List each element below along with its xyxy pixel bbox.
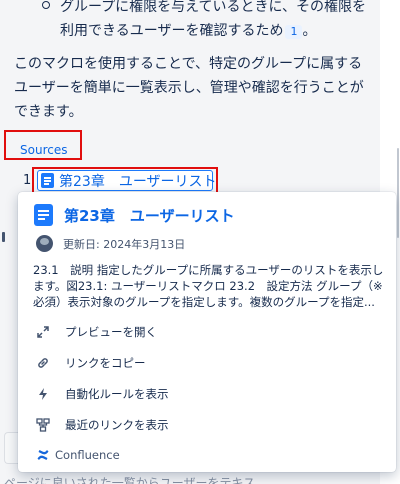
expand-icon — [36, 325, 50, 339]
list-item: グループに権限を与えているときに、その権限を利用できるユーザーを確認するため 1。 — [42, 0, 374, 43]
popup-title[interactable]: 第23章 ユーザーリスト — [64, 205, 235, 226]
menu-item-open-preview[interactable]: プレビューを開く — [36, 321, 157, 343]
menu-item-label: プレビューを開く — [65, 325, 157, 339]
sources-heading: Sources — [20, 143, 68, 157]
answer-paragraph: このマクロを使用することで、特定のグループに属するユーザーを簡単に一覧表示し、管… — [14, 56, 364, 120]
confluence-logo-icon — [36, 448, 50, 462]
popup-header[interactable]: 第23章 ユーザーリスト — [34, 202, 235, 228]
page-excerpt: 23.1 説明 指定したグループに所属するユーザーのリストを表示します。図23.… — [33, 263, 384, 309]
source-link-label: 第23章 ユーザーリスト — [59, 173, 217, 190]
menu-item-label: 最近のリンクを表示 — [65, 418, 169, 432]
hierarchy-icon — [36, 418, 50, 432]
menu-item-copy-link[interactable]: リンクをコピー — [36, 352, 146, 374]
avatar — [36, 235, 53, 252]
confluence-footer[interactable]: Confluence — [36, 446, 120, 464]
popup-meta: 更新日: 2024年3月13日 — [36, 235, 185, 252]
updated-date: 更新日: 2024年3月13日 — [63, 237, 186, 251]
bullet-text: グループに権限を与えているときに、その権限を利用できるユーザーを確認するため — [60, 0, 367, 39]
menu-item-label: リンクをコピー — [65, 356, 146, 370]
bullet-tail: 。 — [302, 23, 317, 39]
bottom-text-fragment: ページに良いされた一覧からユーザーをテキス... — [4, 476, 267, 484]
menu-item-label: 自動化ルールを表示 — [65, 387, 169, 401]
menu-item-recent-links[interactable]: 最近のリンクを表示 — [36, 414, 169, 436]
scrollbar-thumb[interactable] — [397, 148, 399, 238]
reference-badge[interactable]: 1 — [285, 25, 303, 39]
confluence-label: Confluence — [55, 448, 120, 462]
page-icon — [41, 173, 54, 188]
menu-item-automation-rules[interactable]: 自動化ルールを表示 — [36, 383, 169, 405]
edge-marker — [2, 232, 5, 242]
lightning-icon — [36, 387, 50, 401]
bullet-icon — [42, 1, 50, 9]
link-icon — [36, 356, 50, 370]
source-number: 1 — [23, 173, 32, 188]
source-link[interactable]: 第23章 ユーザーリスト — [37, 170, 217, 191]
link-preview-popup: 第23章 ユーザーリスト 更新日: 2024年3月13日 23.1 説明 指定し… — [18, 192, 396, 472]
page-icon — [34, 204, 53, 226]
